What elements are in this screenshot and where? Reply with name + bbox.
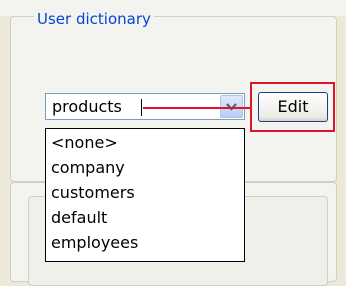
combo-value: products [52,97,122,116]
annotation-highlight-box [250,82,335,132]
dropdown-option-employees[interactable]: employees [51,233,138,252]
annotation-connector-line [143,107,251,109]
dropdown-option-default[interactable]: default [51,208,107,227]
dropdown-option-none[interactable]: <none> [51,133,118,152]
dropdown-option-company[interactable]: company [51,158,125,177]
dictionary-dropdown-list[interactable]: <none> company customers default employe… [45,128,245,262]
dropdown-option-customers[interactable]: customers [51,183,135,202]
group-title: User dictionary [34,10,154,28]
text-caret [141,99,142,116]
